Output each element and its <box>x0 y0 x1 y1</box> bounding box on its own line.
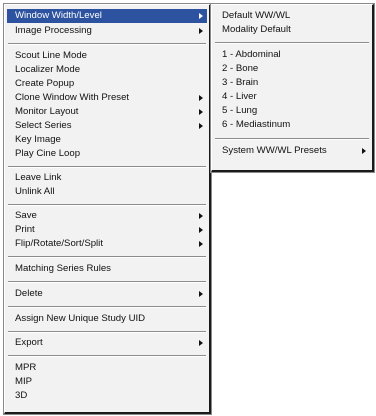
menu-separator <box>215 138 369 140</box>
menu-item-3d[interactable]: 3D <box>7 389 207 403</box>
menu-item-play-cine-loop[interactable]: Play Cine Loop <box>7 147 207 161</box>
menu-item-label: Flip/Rotate/Sort/Split <box>15 238 103 249</box>
menu-separator <box>8 306 206 308</box>
menu-item-label: Leave Link <box>15 172 62 183</box>
menu-item-save[interactable]: Save <box>7 209 207 223</box>
submenu-item-abdominal[interactable]: 1 - Abdominal <box>214 48 370 62</box>
submenu-item-mediastinum[interactable]: 6 - Mediastinum <box>214 118 370 132</box>
menu-item-label: System WW/WL Presets <box>222 145 327 156</box>
menu-item-label: Default WW/WL <box>222 10 291 21</box>
submenu-arrow-icon <box>199 213 203 219</box>
menu-item-image-processing[interactable]: Image Processing <box>7 24 207 38</box>
menu-item-leave-link[interactable]: Leave Link <box>7 171 207 185</box>
menu-item-label: Unlink All <box>15 186 55 197</box>
menu-item-mip[interactable]: MIP <box>7 375 207 389</box>
menu-item-label: Select Series <box>15 120 72 131</box>
menu-item-scout-line-mode[interactable]: Scout Line Mode <box>7 49 207 63</box>
submenu-arrow-icon <box>199 241 203 247</box>
menu-item-label: Delete <box>15 288 43 299</box>
menu-separator <box>8 281 206 283</box>
context-menu: Window Width/Level Image Processing Scou… <box>4 4 211 414</box>
submenu-item-modality-default[interactable]: Modality Default <box>214 23 370 37</box>
submenu-arrow-icon <box>199 28 203 34</box>
menu-item-label: 2 - Bone <box>222 63 259 74</box>
submenu-arrow-icon <box>199 123 203 129</box>
menu-item-clone-window-with-preset[interactable]: Clone Window With Preset <box>7 91 207 105</box>
submenu-arrow-icon <box>199 291 203 297</box>
menu-item-label: Assign New Unique Study UID <box>15 313 146 324</box>
menu-item-monitor-layout[interactable]: Monitor Layout <box>7 105 207 119</box>
submenu-arrow-icon <box>199 227 203 233</box>
menu-separator <box>8 166 206 168</box>
menu-item-label: Key Image <box>15 134 61 145</box>
menu-item-matching-series-rules[interactable]: Matching Series Rules <box>7 262 207 276</box>
menu-item-delete[interactable]: Delete <box>7 287 207 301</box>
menu-separator <box>8 331 206 333</box>
menu-item-unlink-all[interactable]: Unlink All <box>7 185 207 199</box>
menu-separator <box>8 256 206 258</box>
menu-item-label: Window Width/Level <box>15 10 102 21</box>
submenu-item-lung[interactable]: 5 - Lung <box>214 104 370 118</box>
menu-item-localizer-mode[interactable]: Localizer Mode <box>7 63 207 77</box>
menu-item-mpr[interactable]: MPR <box>7 361 207 375</box>
menu-item-create-popup[interactable]: Create Popup <box>7 77 207 91</box>
submenu-item-brain[interactable]: 3 - Brain <box>214 76 370 90</box>
menu-item-label: 4 - Liver <box>222 91 257 102</box>
submenu-item-default-ww-wl[interactable]: Default WW/WL <box>214 9 370 23</box>
submenu-item-liver[interactable]: 4 - Liver <box>214 90 370 104</box>
submenu-arrow-icon <box>199 95 203 101</box>
menu-item-label: 1 - Abdominal <box>222 49 281 60</box>
menu-item-label: Image Processing <box>15 25 92 36</box>
menu-item-select-series[interactable]: Select Series <box>7 119 207 133</box>
menu-item-key-image[interactable]: Key Image <box>7 133 207 147</box>
menu-item-window-width-level[interactable]: Window Width/Level <box>7 9 207 23</box>
menu-item-label: Scout Line Mode <box>15 50 87 61</box>
menu-item-label: 6 - Mediastinum <box>222 119 291 130</box>
menu-item-label: MIP <box>15 376 33 387</box>
menu-item-label: Monitor Layout <box>15 106 79 117</box>
menu-item-print[interactable]: Print <box>7 223 207 237</box>
menu-item-label: Create Popup <box>15 78 75 89</box>
menu-item-label: Modality Default <box>222 24 291 35</box>
menu-item-label: Play Cine Loop <box>15 148 81 159</box>
menu-item-flip-rotate-sort-split[interactable]: Flip/Rotate/Sort/Split <box>7 237 207 251</box>
menu-item-label: Save <box>15 210 37 221</box>
menu-item-label: Print <box>15 224 35 235</box>
menu-item-label: Localizer Mode <box>15 64 81 75</box>
menu-separator <box>8 204 206 206</box>
menu-item-label: MPR <box>15 362 37 373</box>
submenu-item-bone[interactable]: 2 - Bone <box>214 62 370 76</box>
submenu-arrow-icon <box>199 340 203 346</box>
submenu-item-system-ww-wl-presets[interactable]: System WW/WL Presets <box>214 144 370 158</box>
menu-item-label: 5 - Lung <box>222 105 258 116</box>
menu-separator <box>215 42 369 44</box>
menu-separator <box>8 43 206 45</box>
menu-separator <box>8 355 206 357</box>
submenu-arrow-icon <box>199 109 203 115</box>
submenu-arrow-icon <box>199 13 203 19</box>
menu-item-export[interactable]: Export <box>7 336 207 350</box>
submenu-arrow-icon <box>362 148 366 154</box>
window-width-level-submenu: Default WW/WL Modality Default 1 - Abdom… <box>211 4 374 172</box>
screen: Window Width/Level Image Processing Scou… <box>0 0 376 416</box>
menu-item-label: Export <box>15 337 43 348</box>
menu-item-label: 3 - Brain <box>222 77 259 88</box>
menu-item-label: 3D <box>15 390 28 401</box>
menu-item-assign-new-unique-study-uid[interactable]: Assign New Unique Study UID <box>7 312 207 326</box>
menu-item-label: Clone Window With Preset <box>15 92 130 103</box>
menu-item-label: Matching Series Rules <box>15 263 111 274</box>
